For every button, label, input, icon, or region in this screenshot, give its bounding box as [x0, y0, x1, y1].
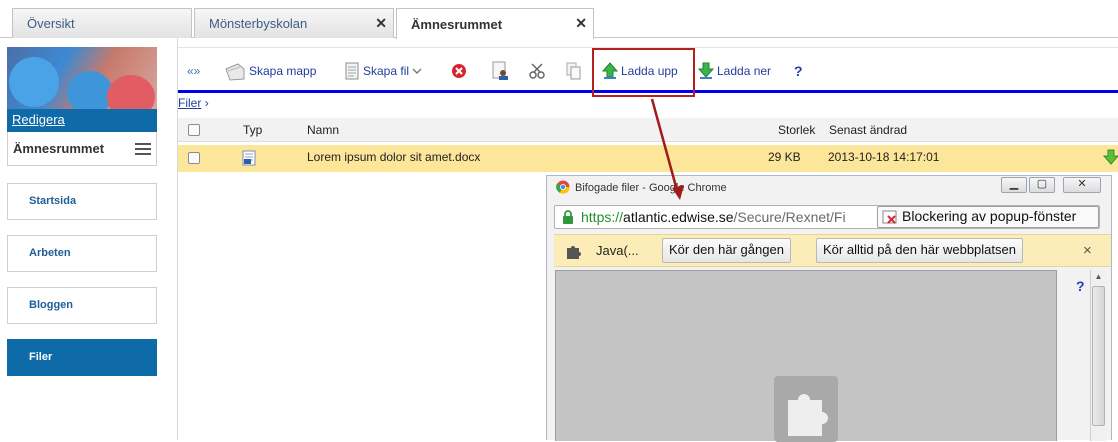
annotation-arrow [650, 98, 684, 200]
